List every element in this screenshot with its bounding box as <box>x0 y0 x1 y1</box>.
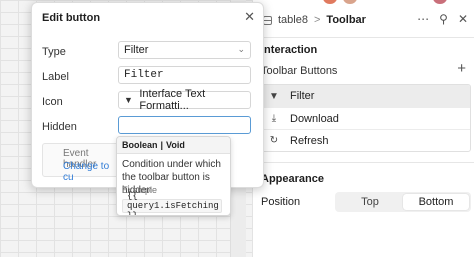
avatar[interactable] <box>343 0 357 4</box>
toolbar-button-list: ▼ Filter ⤓ Download ↻ Refresh <box>261 84 471 152</box>
hidden-field-tooltip: Boolean | Void Condition under which the… <box>116 136 231 216</box>
list-item-label: Filter <box>290 90 315 102</box>
tooltip-example-code: {{ query1.isFetching }} <box>122 191 222 215</box>
toolbar-buttons-title: Toolbar Buttons <box>261 65 338 77</box>
more-icon[interactable]: ⋯ <box>417 12 429 26</box>
avatar[interactable] <box>323 0 337 4</box>
header-actions: ⋯ ⚲ ✕ <box>417 12 468 26</box>
section-title-appearance[interactable]: Appearance <box>261 173 324 185</box>
breadcrumb-parent[interactable]: table8 <box>278 14 308 26</box>
modal-title: Edit button <box>42 12 101 24</box>
type-label: Type <box>42 46 66 58</box>
hidden-input[interactable] <box>118 116 251 134</box>
funnel-icon: ▼ <box>269 90 279 102</box>
divider <box>253 162 474 163</box>
position-option-bottom[interactable]: Bottom <box>403 194 469 210</box>
position-segmented-control: Top Bottom <box>335 192 471 212</box>
pin-icon[interactable]: ⚲ <box>439 12 448 26</box>
tooltip-types: Boolean | Void <box>117 137 230 154</box>
divider <box>253 37 474 38</box>
avatar[interactable] <box>433 0 447 4</box>
close-icon[interactable]: ✕ <box>244 9 255 25</box>
funnel-icon: ▼ <box>124 95 133 105</box>
breadcrumb-separator: > <box>313 14 321 26</box>
position-label: Position <box>261 196 301 208</box>
event-handler-box: Event handler Change to cu <box>42 143 122 183</box>
chevron-down-icon: ⌄ <box>237 44 245 54</box>
table-icon <box>263 15 272 25</box>
list-item-refresh[interactable]: ↻ Refresh <box>262 129 470 151</box>
position-option-top[interactable]: Top <box>337 194 403 210</box>
list-item-label: Download <box>290 112 339 125</box>
refresh-icon: ↻ <box>269 135 279 146</box>
close-icon[interactable]: ✕ <box>458 12 468 26</box>
label-input[interactable]: Filter <box>118 66 251 84</box>
icon-select[interactable]: ▼ Interface Text Formatti... <box>118 88 251 112</box>
list-item-filter[interactable]: ▼ Filter <box>262 85 470 107</box>
type-select-value: Filter <box>124 44 149 56</box>
change-link[interactable]: Change to cu <box>63 161 121 183</box>
label-input-value: Filter <box>124 69 164 81</box>
breadcrumb-current: Toolbar <box>326 14 366 26</box>
type-boolean: Boolean <box>122 140 158 150</box>
hidden-label: Hidden <box>42 121 77 133</box>
type-select[interactable]: Filter ⌄ <box>118 41 251 59</box>
icon-label: Icon <box>42 96 63 108</box>
inspector-panel: table8 > Toolbar ⋯ ⚲ ✕ Interaction Toolb… <box>252 0 474 257</box>
breadcrumb: table8 > Toolbar <box>263 14 366 26</box>
list-item-label: Refresh <box>290 134 329 147</box>
app-stage: table8 > Toolbar ⋯ ⚲ ✕ Interaction Toolb… <box>0 0 474 257</box>
type-void: Void <box>166 140 185 150</box>
download-icon: ⤓ <box>271 113 277 124</box>
type-separator: | <box>160 140 164 150</box>
icon-select-value: Interface Text Formatti... <box>139 88 206 112</box>
label-label: Label <box>42 71 69 83</box>
add-button-icon[interactable]: + <box>457 60 466 77</box>
section-title-interaction[interactable]: Interaction <box>261 44 317 56</box>
list-item-download[interactable]: ⤓ Download <box>262 107 470 129</box>
